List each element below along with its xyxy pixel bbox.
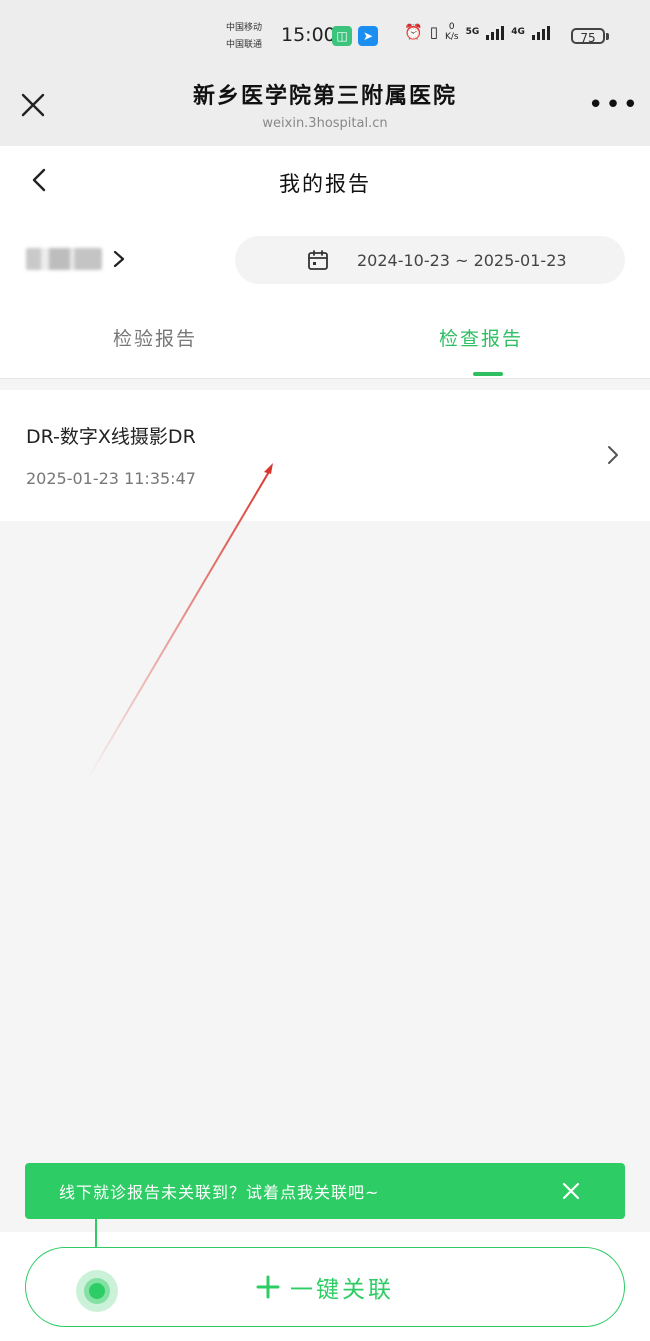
carrier-info: 中国移动 中国联通 bbox=[226, 20, 262, 54]
status-icons: ⏰ ▯ 0 K/s 5G 4G bbox=[404, 22, 550, 42]
webview-header: 新乡医学院第三附属医院 weixin.3hospital.cn ••• bbox=[0, 72, 650, 146]
report-time: 2025-01-23 11:35:47 bbox=[26, 469, 196, 488]
webview-title: 新乡医学院第三附属医院 bbox=[192, 84, 457, 109]
plus-icon bbox=[256, 1275, 280, 1299]
more-options-icon[interactable]: ••• bbox=[588, 92, 640, 118]
report-list-item[interactable]: DR-数字X线摄影DR 2025-01-23 11:35:47 bbox=[0, 390, 650, 521]
guide-pulse-dot bbox=[76, 1270, 118, 1312]
battery-icon: 75 bbox=[571, 28, 609, 45]
carrier-2: 中国联通 bbox=[226, 40, 263, 50]
patient-name-blurred bbox=[26, 248, 102, 270]
tab-exam-report[interactable]: 检查报告 bbox=[439, 324, 523, 351]
chevron-right-icon bbox=[608, 446, 618, 464]
patient-selector[interactable] bbox=[26, 248, 126, 270]
link-tip-banner[interactable]: 线下就诊报告未关联到？试着点我关联吧~ bbox=[25, 1163, 625, 1219]
calendar-icon bbox=[308, 250, 328, 270]
signal-bars-icon bbox=[531, 24, 550, 40]
tab-lab-report[interactable]: 检验报告 bbox=[113, 324, 197, 351]
app-notification-icon: ◫ bbox=[332, 26, 352, 46]
report-name: DR-数字X线摄影DR bbox=[26, 426, 196, 448]
app-notification-icon: ➤ bbox=[358, 26, 378, 46]
close-icon[interactable] bbox=[561, 1181, 581, 1201]
date-range-text: 2024-10-23 ~ 2025-01-23 bbox=[357, 250, 567, 270]
active-tab-indicator bbox=[473, 372, 503, 376]
signal-4g-label: 4G bbox=[511, 27, 525, 37]
tip-text: 线下就诊报告未关联到？试着点我关联吧~ bbox=[59, 1183, 380, 1202]
carrier-1: 中国移动 bbox=[226, 23, 263, 33]
page-header: 我的报告 2024-10-23 ~ 2025-01-23 检验报告 检查报告 bbox=[0, 146, 650, 379]
chevron-right-icon bbox=[113, 250, 125, 268]
status-time: 15:00 bbox=[281, 24, 336, 46]
alarm-icon: ⏰ bbox=[404, 23, 423, 41]
status-bar: 中国移动 中国联通 15:00 ◫ ➤ ⏰ ▯ 0 K/s 5G 4G 75 bbox=[0, 0, 650, 72]
network-speed: 0 K/s bbox=[444, 22, 459, 42]
webview-domain: weixin.3hospital.cn bbox=[262, 116, 388, 131]
link-button-label: 一键关联 bbox=[290, 1277, 394, 1303]
signal-5g-label: 5G bbox=[465, 27, 480, 37]
date-range-picker[interactable]: 2024-10-23 ~ 2025-01-23 bbox=[235, 236, 625, 284]
page-title: 我的报告 bbox=[279, 172, 371, 196]
vibrate-icon: ▯ bbox=[429, 23, 438, 41]
signal-bars-icon bbox=[486, 24, 505, 40]
